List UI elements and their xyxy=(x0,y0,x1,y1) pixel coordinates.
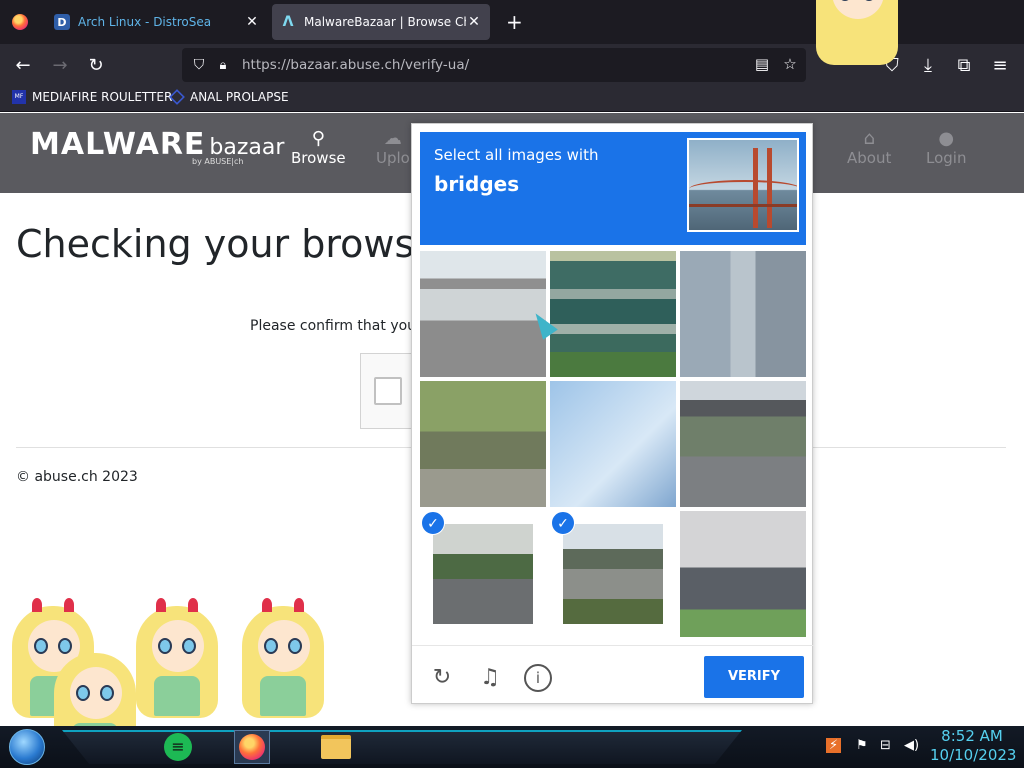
tab-malwarebazaar[interactable]: Λ MalwareBazaar | Browse Check ✕ xyxy=(272,4,490,40)
url-bar[interactable]: ⛉ 🔒︎ https://bazaar.abuse.ch/verify-ua/ … xyxy=(182,48,806,82)
confirm-text: Please confirm that you xyxy=(250,318,417,334)
firefox-taskbar-icon[interactable] xyxy=(234,730,270,764)
sticker-character xyxy=(812,0,902,70)
captcha-tile-image xyxy=(550,251,676,377)
close-tab-icon[interactable]: ✕ xyxy=(244,14,260,30)
close-tab-icon[interactable]: ✕ xyxy=(466,14,482,30)
reader-view-icon[interactable]: ▤ xyxy=(752,55,772,75)
sticker-character xyxy=(132,598,222,723)
nav-login[interactable]: ● Login xyxy=(926,128,966,168)
bookmark-favicon-icon xyxy=(169,89,185,105)
bookmark-star-icon[interactable]: ☆ xyxy=(780,55,800,75)
tab-distrosea[interactable]: D Arch Linux - DistroSea ✕ xyxy=(46,4,268,40)
taskbar-clock[interactable]: 8:52 AM 10/10/2023 xyxy=(930,727,1017,765)
reload-icon[interactable]: ↻ xyxy=(428,664,456,692)
new-tab-button[interactable]: + xyxy=(506,10,523,34)
tracking-shield-icon[interactable]: ⛉ xyxy=(186,57,212,73)
start-orb-icon[interactable] xyxy=(9,729,45,765)
sample-bridge-image xyxy=(687,138,799,232)
verify-button[interactable]: VERIFY xyxy=(704,656,804,698)
captcha-image-grid: ✓ ✓ xyxy=(420,251,806,637)
flag-icon[interactable]: ⚑ xyxy=(856,738,868,753)
recaptcha-checkbox[interactable] xyxy=(374,377,402,405)
tab-title: Arch Linux - DistroSea xyxy=(78,15,212,29)
captcha-tile-image xyxy=(420,251,546,377)
distrosea-favicon-icon: D xyxy=(54,14,70,30)
captcha-tile[interactable] xyxy=(680,511,806,637)
captcha-tile[interactable] xyxy=(550,381,676,507)
malwarebazaar-favicon-icon: Λ xyxy=(282,14,294,30)
captcha-tile-image xyxy=(563,524,663,624)
bookmark-anal-prolapse[interactable]: ANAL PROLAPSE xyxy=(169,89,289,105)
bookmark-label: ANAL PROLAPSE xyxy=(190,90,289,104)
download-icon[interactable]: ⤓ xyxy=(915,52,941,78)
nav-about[interactable]: ⌂ About xyxy=(847,128,891,168)
upload-icon: ☁ xyxy=(383,128,402,149)
lock-icon[interactable]: 🔒︎ xyxy=(212,58,234,73)
captcha-instruction: Select all images with xyxy=(434,146,599,164)
captcha-tile-image xyxy=(680,251,806,377)
captcha-tile[interactable] xyxy=(420,251,546,377)
captcha-tile[interactable] xyxy=(680,251,806,377)
nav-upload[interactable]: ☁ Uplo xyxy=(376,128,410,168)
spotify-icon[interactable]: ≡ xyxy=(160,730,196,764)
firefox-menu-icon[interactable] xyxy=(12,14,28,30)
headphones-icon[interactable]: ♫ xyxy=(476,664,504,692)
search-icon: ⚲ xyxy=(311,128,325,149)
page-title: Checking your browser xyxy=(16,222,454,266)
url-text[interactable]: https://bazaar.abuse.ch/verify-ua/ xyxy=(242,57,806,73)
malwarebazaar-logo[interactable]: MALWARE bazaar xyxy=(30,127,284,162)
nav-browse[interactable]: ⚲ Browse xyxy=(291,128,346,168)
captcha-tile[interactable] xyxy=(680,381,806,507)
sticker-character xyxy=(238,598,328,723)
captcha-tile-image xyxy=(433,524,533,624)
tile-selected-check-icon: ✓ xyxy=(551,511,575,535)
captcha-tile[interactable] xyxy=(550,251,676,377)
captcha-footer: ↻ ♫ i VERIFY xyxy=(412,645,814,705)
extensions-icon[interactable]: ⧉ xyxy=(951,52,977,78)
captcha-header: Select all images with bridges xyxy=(420,132,806,245)
clock-time: 8:52 AM xyxy=(941,727,1003,745)
user-icon: ● xyxy=(938,128,955,149)
forward-arrow-icon[interactable]: → xyxy=(47,52,73,78)
captcha-tile-image xyxy=(680,511,806,637)
captcha-tile[interactable]: ✓ xyxy=(420,511,546,637)
captcha-tile[interactable] xyxy=(420,381,546,507)
menu-icon[interactable]: ≡ xyxy=(987,52,1013,78)
bookmarks-bar: MF MEDIAFIRE ROULETTER ANAL PROLAPSE xyxy=(0,86,1024,112)
abuse-ch-byline: by ABUSE|ch xyxy=(192,157,244,166)
back-arrow-icon[interactable]: ← xyxy=(10,52,36,78)
reload-icon[interactable]: ↻ xyxy=(83,52,109,78)
building-icon: ⌂ xyxy=(863,128,875,149)
mediafire-icon: MF xyxy=(12,90,26,104)
info-icon[interactable]: i xyxy=(524,664,552,692)
captcha-tile[interactable]: ✓ xyxy=(550,511,676,637)
captcha-tile-image xyxy=(550,381,676,507)
volume-icon[interactable]: ◀) xyxy=(904,738,919,753)
captcha-challenge: Select all images with bridges ✓ ✓ ↻ ♫ i … xyxy=(411,123,814,705)
captcha-tile-image xyxy=(420,381,546,507)
file-explorer-icon[interactable] xyxy=(318,730,354,764)
bookmark-mediafire-rouletter[interactable]: MF MEDIAFIRE ROULETTER xyxy=(12,90,172,104)
network-icon[interactable]: ⊟ xyxy=(880,738,891,753)
bookmark-label: MEDIAFIRE ROULETTER xyxy=(32,90,173,104)
taskbar: ≡ ⚡ ⚑ ⊟ ◀) 8:52 AM 10/10/2023 xyxy=(0,726,1024,768)
tile-selected-check-icon: ✓ xyxy=(421,511,445,535)
captcha-target: bridges xyxy=(434,172,520,196)
clock-date: 10/10/2023 xyxy=(930,746,1017,764)
tab-title: MalwareBazaar | Browse Check xyxy=(304,15,466,29)
tray-app-icon[interactable]: ⚡ xyxy=(826,738,842,753)
footer-copyright: © abuse.ch 2023 xyxy=(16,469,138,485)
captcha-tile-image xyxy=(680,381,806,507)
